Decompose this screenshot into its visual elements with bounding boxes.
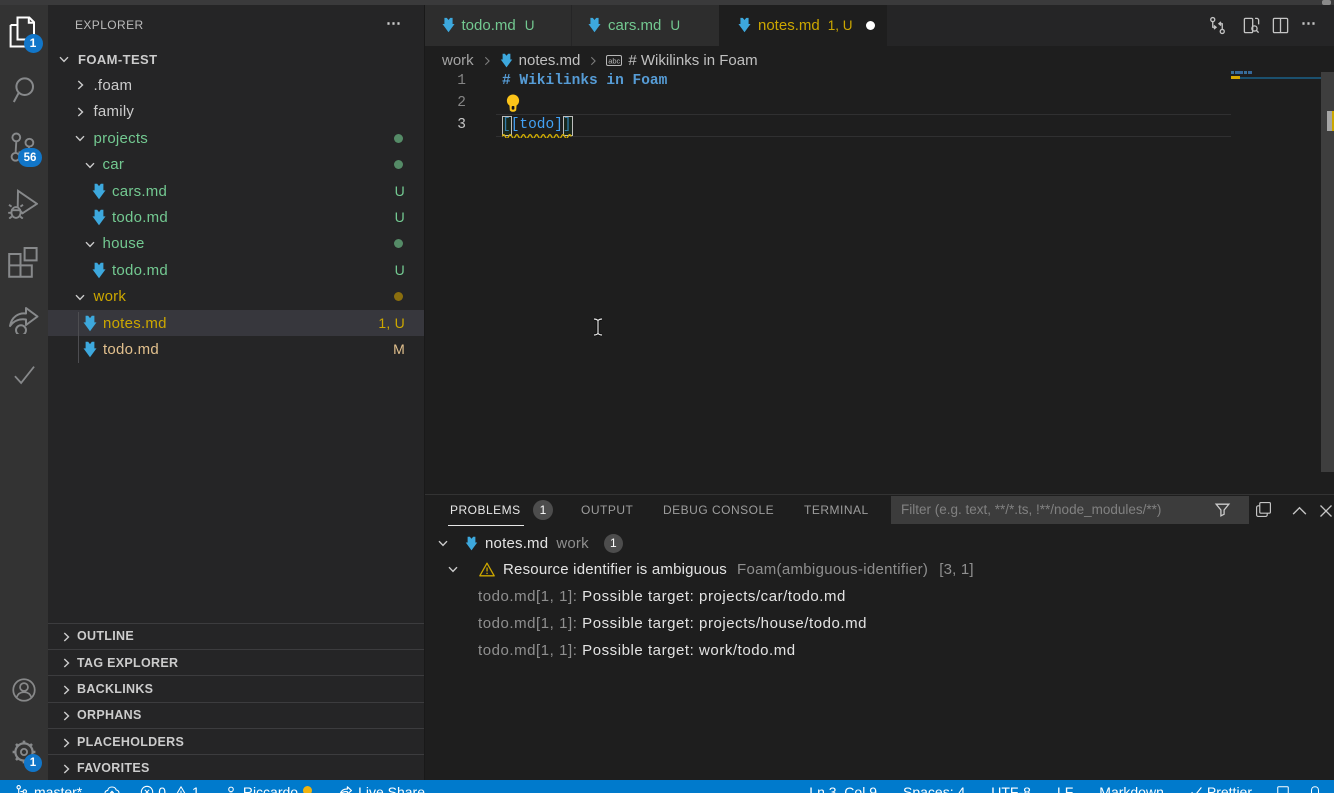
svg-text:abc: abc [609,57,621,66]
